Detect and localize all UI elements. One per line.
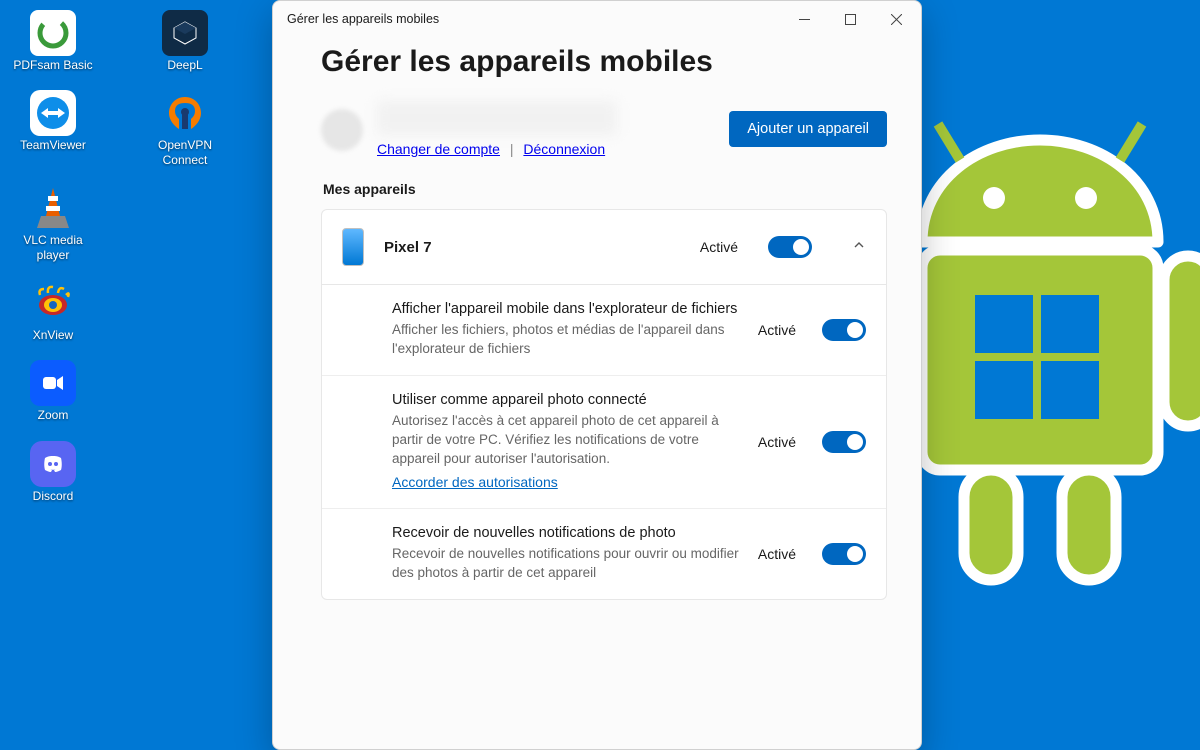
chevron-up-icon bbox=[852, 238, 866, 257]
account-name-redacted bbox=[377, 101, 617, 135]
desktop-icon-pdfsam[interactable]: PDFsam Basic bbox=[12, 10, 94, 72]
setting-status: Activé bbox=[758, 546, 796, 562]
setting-description: Afficher les fichiers, photos et médias … bbox=[392, 321, 742, 359]
pdfsam-icon bbox=[30, 10, 76, 56]
devices-section-label: Mes appareils bbox=[323, 181, 887, 197]
setting-title: Recevoir de nouvelles notifications de p… bbox=[392, 525, 742, 541]
avatar bbox=[321, 109, 363, 151]
grant-permissions-link[interactable]: Accorder des autorisations bbox=[392, 474, 558, 490]
setting-toggle[interactable] bbox=[822, 543, 866, 565]
setting-toggle[interactable] bbox=[822, 431, 866, 453]
desktop-icon-label: DeepL bbox=[167, 58, 202, 72]
logout-link[interactable]: Déconnexion bbox=[523, 141, 605, 157]
setting-title: Afficher l'appareil mobile dans l'explor… bbox=[392, 301, 742, 317]
setting-description: Recevoir de nouvelles notifications pour… bbox=[392, 545, 742, 583]
desktop-icon-xnview[interactable]: XnView bbox=[12, 280, 94, 342]
desktop-icon-label: Zoom bbox=[38, 408, 69, 422]
desktop-icon-label: PDFsam Basic bbox=[13, 58, 92, 72]
setting-row-notifications: Recevoir de nouvelles notifications de p… bbox=[322, 509, 886, 599]
link-separator: | bbox=[504, 141, 520, 157]
minimize-button[interactable] bbox=[781, 2, 827, 36]
setting-status: Activé bbox=[758, 434, 796, 450]
device-toggle[interactable] bbox=[768, 236, 812, 258]
close-button[interactable] bbox=[873, 2, 919, 36]
xnview-icon bbox=[30, 280, 76, 326]
device-header[interactable]: Pixel 7 Activé bbox=[322, 210, 886, 285]
desktop-icon-label: Discord bbox=[33, 489, 74, 503]
desktop-icon-openvpn[interactable]: OpenVPN Connect bbox=[144, 90, 226, 167]
device-status: Activé bbox=[700, 239, 738, 255]
desktop-icon-zoom[interactable]: Zoom bbox=[12, 360, 94, 422]
desktop: PDFsam Basic DeepL TeamViewer OpenVPN Co… bbox=[0, 0, 260, 503]
change-account-link[interactable]: Changer de compte bbox=[377, 141, 500, 157]
setting-row-camera: Utiliser comme appareil photo connecté A… bbox=[322, 376, 886, 510]
setting-row-explorer: Afficher l'appareil mobile dans l'explor… bbox=[322, 285, 886, 376]
desktop-icon-discord[interactable]: Discord bbox=[12, 441, 94, 503]
vlc-icon bbox=[30, 185, 76, 231]
phone-icon bbox=[342, 228, 364, 266]
setting-description: Autorisez l'accès à cet appareil photo d… bbox=[392, 412, 742, 469]
desktop-icon-deepl[interactable]: DeepL bbox=[144, 10, 226, 72]
device-card: Pixel 7 Activé Afficher l'appareil mobil… bbox=[321, 209, 887, 600]
zoom-icon bbox=[30, 360, 76, 406]
setting-toggle[interactable] bbox=[822, 319, 866, 341]
discord-icon bbox=[30, 441, 76, 487]
deepl-icon bbox=[162, 10, 208, 56]
desktop-icon-vlc[interactable]: VLC media player bbox=[12, 185, 94, 262]
window-content: Gérer les appareils mobiles Changer de c… bbox=[273, 37, 921, 749]
desktop-icon-label: OpenVPN Connect bbox=[144, 138, 226, 167]
desktop-icon-teamviewer[interactable]: TeamViewer bbox=[12, 90, 94, 167]
account-row: Changer de compte | Déconnexion Ajouter … bbox=[321, 101, 887, 157]
desktop-icon-label: TeamViewer bbox=[20, 138, 86, 152]
maximize-button[interactable] bbox=[827, 2, 873, 36]
page-heading: Gérer les appareils mobiles bbox=[321, 45, 887, 79]
desktop-icon-label: VLC media player bbox=[12, 233, 94, 262]
window-title: Gérer les appareils mobiles bbox=[287, 12, 781, 26]
setting-status: Activé bbox=[758, 322, 796, 338]
openvpn-icon bbox=[162, 90, 208, 136]
add-device-button[interactable]: Ajouter un appareil bbox=[729, 111, 887, 147]
titlebar: Gérer les appareils mobiles bbox=[273, 1, 921, 37]
device-name: Pixel 7 bbox=[384, 239, 680, 256]
setting-title: Utiliser comme appareil photo connecté bbox=[392, 392, 742, 408]
settings-window: Gérer les appareils mobiles Gérer les ap… bbox=[272, 0, 922, 750]
teamviewer-icon bbox=[30, 90, 76, 136]
desktop-icon-label: XnView bbox=[33, 328, 73, 342]
